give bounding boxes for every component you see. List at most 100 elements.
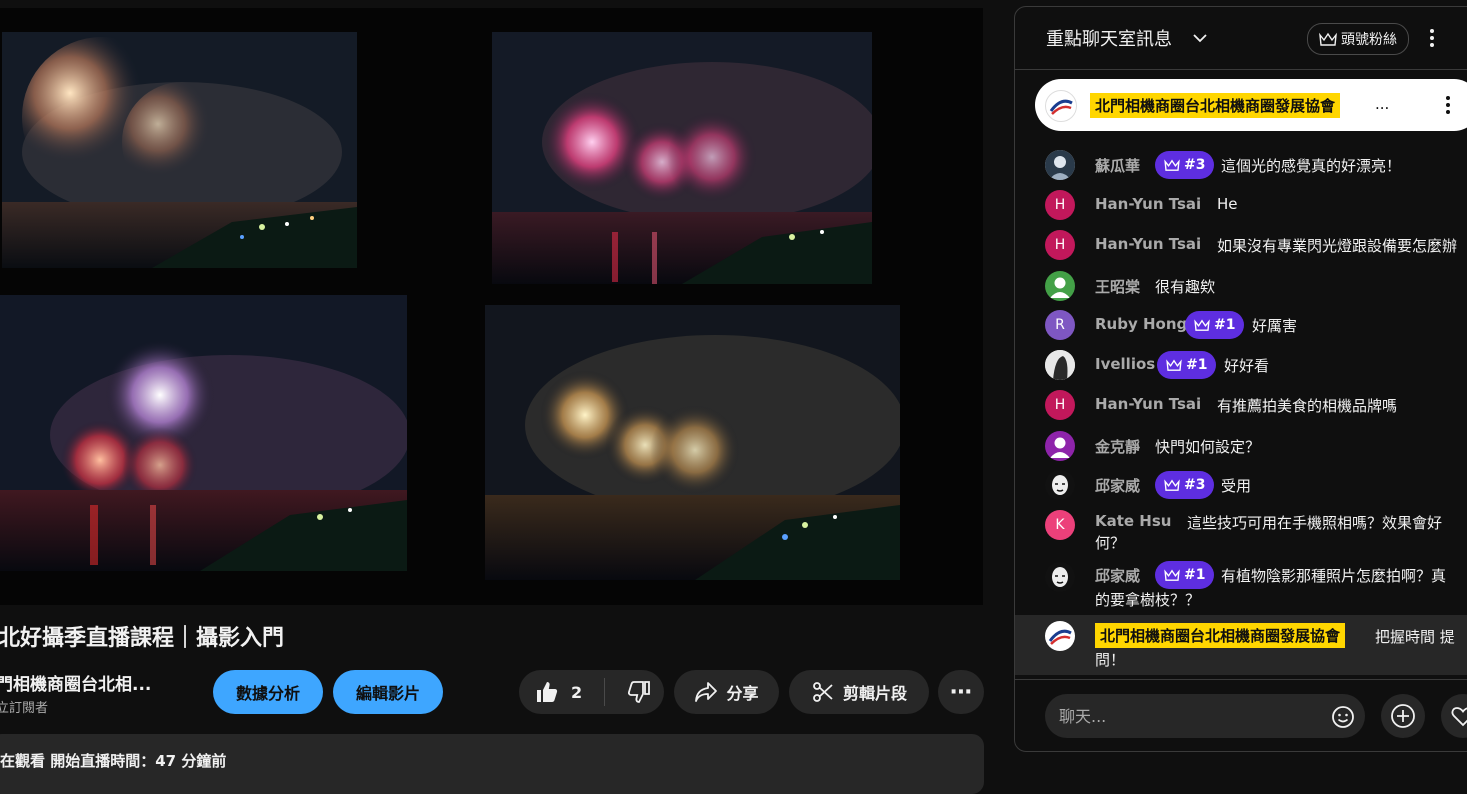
fireworks-photo-1 [2,32,357,268]
message-text: 有推薦拍美食的相機品牌嗎 [1217,397,1398,415]
video-player[interactable] [0,8,983,605]
live-chat-panel: 重點聊天室訊息 頭號粉絲 北門相機商圈台北相機商圈發展協會 ... 蘇瓜華 #3… [1014,6,1467,752]
clip-label: 剪輯片段 [842,684,907,703]
message-text: 好厲害 [1252,317,1298,335]
chat-message: 蘇瓜華 #3 這個光的感覺真的好漂亮！ [1015,149,1467,181]
member-badge: #1 [1155,561,1215,589]
chat-input[interactable] [1045,694,1365,738]
chat-message: R Ruby Hong #1 好厲害 [1015,309,1467,341]
member-badge: #3 [1155,471,1215,499]
pinned-author[interactable]: 北門相機商圈台北相機商圈發展協會 [1090,93,1341,118]
chat-message: K Kate Hsu 這些技巧可用在手機照相嗎？效果會好 何？ [1015,507,1467,555]
message-text-line1: 這些技巧可用在手機照相嗎？效果會好 [1187,514,1443,532]
emoji-icon[interactable] [1331,705,1355,729]
heart-reaction-button[interactable] [1441,694,1467,738]
share-icon [695,682,718,702]
user-avatar: K [1045,510,1075,540]
pinned-text: ... [1375,95,1390,113]
crown-icon [1164,159,1180,171]
message-text-line1: 把握時間 提 [1375,628,1455,646]
thumbs-up-icon [537,682,558,702]
user-avatar [1045,150,1075,180]
message-author[interactable]: 邱家威 [1095,565,1140,586]
share-label: 分享 [726,684,759,703]
message-author[interactable]: 蘇瓜華 [1095,155,1140,176]
message-author[interactable]: 北門相機商圈台北相機商圈發展協會 [1095,623,1346,648]
analytics-label: 數據分析 [235,684,300,703]
analytics-button[interactable]: 數據分析 [213,670,323,714]
share-button[interactable]: 分享 [674,670,779,714]
chat-mode-title[interactable]: 重點聊天室訊息 [1046,25,1172,51]
message-text: 很有趣欸 [1155,278,1216,296]
chat-menu-icon[interactable] [1423,27,1441,49]
chat-message: 金克靜 快門如何設定？ [1015,430,1467,462]
member-badge: #3 [1155,151,1215,179]
fireworks-photo-3 [0,295,407,571]
badge-rank: #3 [1184,157,1206,173]
badge-rank: #1 [1184,567,1206,583]
crown-icon [1164,479,1180,491]
chat-message: 邱家威 #1 有植物陰影那種照片怎麼拍啊？真 的要拿樹枝？？ [1015,559,1467,609]
user-avatar [1045,431,1075,461]
subscriber-count: 立訂閱者 [0,701,49,716]
user-avatar [1045,350,1075,380]
add-button[interactable] [1381,694,1425,738]
message-text-line1: 有植物陰影那種照片怎麼拍啊？真 [1221,567,1447,585]
user-avatar [1045,271,1075,301]
badge-rank: #1 [1214,317,1236,333]
user-avatar: H [1045,390,1075,420]
more-actions-button[interactable]: ⋯ [938,670,984,714]
clip-button[interactable]: 剪輯片段 [789,670,929,714]
top-fans-label: 頭號粉絲 [1341,32,1397,48]
message-text: 快門如何設定？ [1155,438,1261,456]
message-author[interactable]: 金克靜 [1095,436,1140,457]
pinned-message[interactable]: 北門相機商圈台北相機商圈發展協會 ... [1035,79,1467,131]
chat-message: H Han-Yun Tsai He [1015,189,1467,221]
top-fans-button[interactable]: 頭號粉絲 [1307,23,1409,55]
fireworks-photo-2 [492,32,872,284]
edit-video-label: 編輯影片 [355,684,420,703]
message-author[interactable]: Ivellios [1095,355,1155,373]
user-avatar: H [1045,190,1075,220]
message-author[interactable]: 王昭棠 [1095,276,1140,297]
message-author[interactable]: Han-Yun Tsai [1095,395,1201,413]
edit-video-button[interactable]: 編輯影片 [333,670,443,714]
chat-message: Ivellios #1 好好看 [1015,349,1467,381]
message-author[interactable]: Han-Yun Tsai [1095,195,1201,213]
pinned-menu-icon[interactable] [1443,94,1453,116]
plus-circle-icon [1391,704,1415,728]
crown-icon [1194,319,1210,331]
message-author[interactable]: 邱家威 [1095,475,1140,496]
message-author[interactable]: Kate Hsu [1095,512,1171,530]
heart-icon [1451,707,1467,727]
more-icon: ⋯ [950,679,972,705]
message-text-line2: 何？ [1095,534,1126,552]
user-avatar [1045,470,1075,500]
like-divider [604,678,606,706]
message-text: 好好看 [1224,357,1270,375]
message-text-line2: 問！ [1095,651,1126,669]
message-author[interactable]: Han-Yun Tsai [1095,235,1201,253]
video-title: 北好攝季直播課程｜攝影入門 [0,626,285,651]
chat-message: H Han-Yun Tsai 如果沒有專業閃光燈跟設備要怎麼辦 [1015,229,1467,261]
chat-message: 邱家威 #3 受用 [1015,469,1467,501]
chat-header: 重點聊天室訊息 頭號粉絲 [1015,7,1467,70]
member-badge: #1 [1185,311,1245,339]
chevron-down-icon[interactable] [1191,29,1209,47]
channel-name[interactable]: 門相機商圈台北相... [0,670,151,695]
crown-icon [1319,32,1337,46]
message-text: He [1217,195,1238,213]
chat-message: 王昭棠 很有趣欸 [1015,270,1467,302]
badge-rank: #1 [1186,357,1208,373]
message-author[interactable]: Ruby Hong [1095,315,1187,333]
message-text: 受用 [1221,477,1252,495]
message-text-line2: 的要拿樹枝？？ [1095,591,1201,609]
message-text: 這個光的感覺真的好漂亮！ [1221,157,1402,175]
message-text: 如果沒有專業閃光燈跟設備要怎麼辦 [1217,237,1458,255]
like-button[interactable]: 2 [535,680,582,704]
owner-avatar [1045,621,1075,651]
chat-input-area [1015,679,1467,751]
owner-avatar [1045,90,1077,122]
user-avatar: H [1045,230,1075,260]
thumbs-down-icon[interactable] [627,680,651,704]
